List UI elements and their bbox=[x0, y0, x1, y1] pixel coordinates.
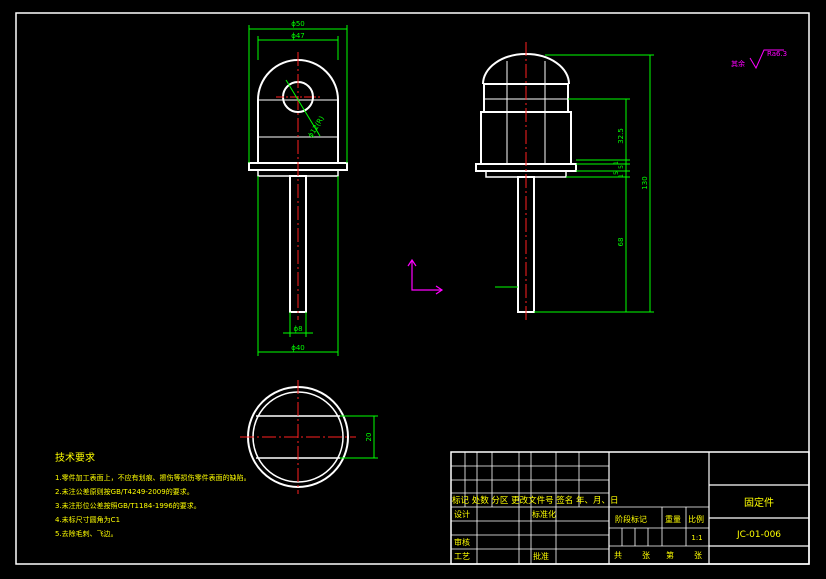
tech-requirement-4: 4.未标尺寸圆角为C1 bbox=[55, 515, 120, 524]
scale-value: 1:1 bbox=[691, 534, 702, 542]
tech-requirement-3: 3.未注形位公差按照GB/T1184-1996的要求。 bbox=[55, 501, 201, 510]
label-scale: 比例 bbox=[688, 514, 704, 524]
dim-text-flange-4: 1 bbox=[618, 174, 625, 178]
tech-requirement-2: 2.未注公差原则按GB/T4249-2009的要求。 bbox=[55, 487, 194, 496]
label-page: 第 bbox=[666, 550, 674, 560]
label-process: 工艺 bbox=[454, 552, 470, 561]
side-view: 32.5 1 5 5 1 68 130 bbox=[475, 42, 654, 320]
surface-finish-value: Ra6.3 bbox=[767, 50, 787, 58]
dim-text-slot-width: 20 bbox=[365, 433, 373, 442]
ucs-axis-icon bbox=[407, 258, 444, 295]
dim-text-flange-1: 1 bbox=[613, 161, 620, 165]
label-page-sheets: 张 bbox=[694, 551, 702, 560]
dim-text-stem: ϕ8 bbox=[293, 325, 302, 333]
label-sheets: 张 bbox=[642, 551, 650, 560]
label-total: 共 bbox=[614, 551, 622, 560]
tech-requirement-5: 5.去除毛刺、飞边。 bbox=[55, 529, 118, 538]
dim-text-stem-length: 68 bbox=[617, 238, 625, 247]
top-view: 20 bbox=[240, 380, 378, 494]
label-review: 审核 bbox=[454, 537, 470, 547]
tech-requirements: 技术要求 1.零件加工表面上，不应有划痕、擦伤等损伤零件表面的缺陷。 2.未注公… bbox=[55, 451, 251, 538]
surface-finish-symbol: 其余 Ra6.3 bbox=[731, 49, 787, 70]
label-approve: 批准 bbox=[533, 551, 549, 561]
engineering-drawing: ϕ50 ϕ47 ϕ12(R) ϕ8 ϕ40 32.5 1 5 5 1 68 13… bbox=[15, 12, 810, 565]
front-view: ϕ50 ϕ47 ϕ12(R) ϕ8 ϕ40 bbox=[248, 20, 348, 356]
tech-requirements-title: 技术要求 bbox=[55, 451, 95, 464]
dim-text-base: ϕ40 bbox=[291, 344, 305, 352]
label-standardize: 标准化 bbox=[532, 509, 556, 519]
dim-text-flange-2: 5 bbox=[618, 165, 625, 169]
tech-requirement-1: 1.零件加工表面上，不应有划痕、擦伤等损伤零件表面的缺陷。 bbox=[55, 473, 251, 482]
dim-text-head-height: 32.5 bbox=[617, 128, 625, 144]
dim-text-inner-width: ϕ47 bbox=[291, 32, 305, 40]
label-design: 设计 bbox=[454, 509, 470, 519]
label-weight: 重量 bbox=[665, 514, 681, 524]
revision-header: 标记 处数 分区 更改文件号 签名 年、月、日 bbox=[452, 495, 619, 506]
surface-finish-label: 其余 bbox=[731, 59, 745, 68]
dim-text-total-height: 130 bbox=[641, 176, 649, 189]
label-stage-mark: 阶段标记 bbox=[615, 514, 647, 524]
drawing-number: JC-01-006 bbox=[736, 530, 781, 540]
part-name: 固定件 bbox=[744, 496, 774, 509]
dim-text-overall-width: ϕ50 bbox=[291, 20, 305, 28]
